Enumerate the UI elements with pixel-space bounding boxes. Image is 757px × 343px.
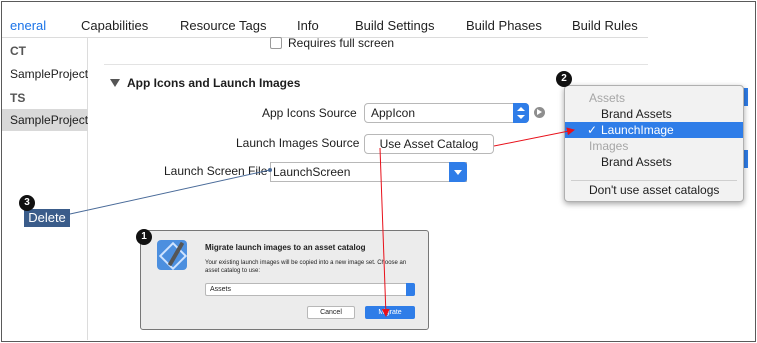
callout-line-delete <box>69 169 271 215</box>
callout-badge-3: 3 <box>19 195 35 211</box>
callout-lines <box>69 127 575 317</box>
callout-badge-1: 1 <box>136 229 152 245</box>
callout-arrow-to-menu <box>493 127 575 147</box>
callout-badge-2: 2 <box>556 71 572 87</box>
callout-dot <box>268 168 272 172</box>
callout-arrow-to-migrate <box>379 147 390 317</box>
